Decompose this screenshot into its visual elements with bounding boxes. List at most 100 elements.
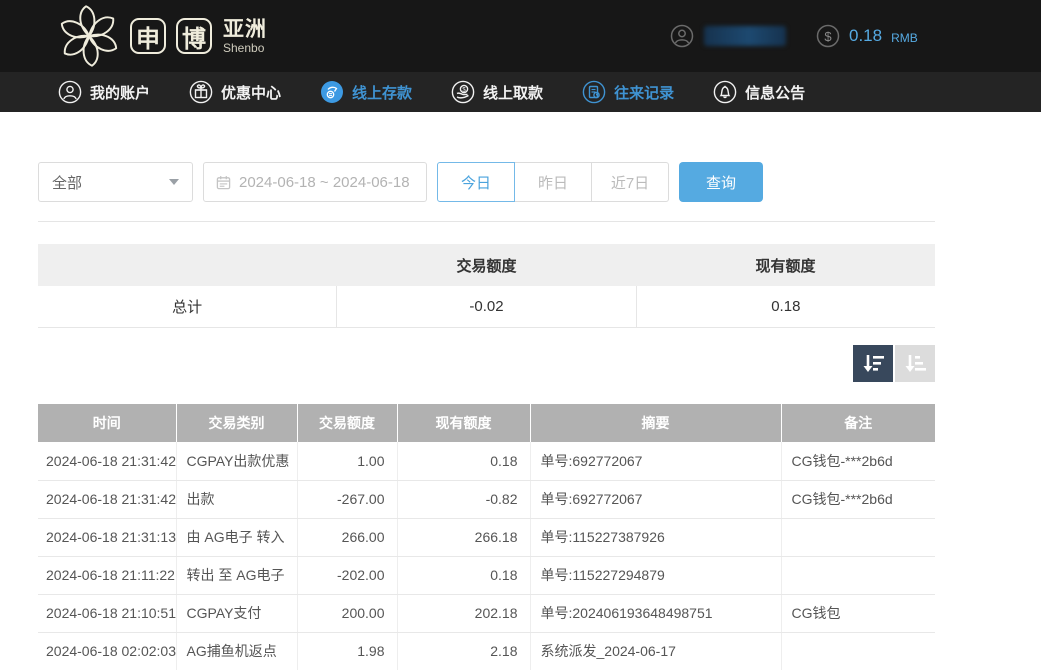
main-nav: 我的账户 优惠中心 线上存款 $ 线上取款 往来记录 信息公告 — [0, 72, 1041, 112]
calendar-icon — [216, 175, 231, 190]
table-cell — [781, 556, 935, 594]
logo-subtitle: Shenbo — [223, 42, 267, 54]
table-header-cell: 现有额度 — [397, 404, 530, 442]
date-range-input[interactable]: 2024-06-18 ~ 2024-06-18 — [203, 162, 427, 202]
user-account-area[interactable] — [670, 0, 786, 72]
table-header-row: 时间交易类别交易额度现有额度摘要备注 — [38, 404, 935, 442]
user-avatar-icon — [670, 24, 694, 48]
logo-char-shen: 申 — [130, 18, 166, 54]
logo: 申 博 亚洲 Shenbo — [58, 5, 267, 67]
summary-table: 交易额度现有额度 总计-0.020.18 — [38, 244, 935, 328]
nav-item-withdraw[interactable]: $ 线上取款 — [451, 80, 543, 104]
range-button-0[interactable]: 今日 — [437, 162, 515, 202]
bell-icon — [713, 80, 737, 104]
table-header-cell: 时间 — [38, 404, 176, 442]
deposit-icon — [320, 80, 344, 104]
table-cell: 0.18 — [397, 556, 530, 594]
table-cell: 1.98 — [297, 632, 397, 670]
table-row: 2024-06-18 02:02:03AG捕鱼机返点1.982.18系统派发_2… — [38, 632, 935, 670]
table-cell: 转出 至 AG电子 — [176, 556, 297, 594]
table-cell: 2024-06-18 21:10:51 — [38, 594, 176, 632]
nav-item-label: 信息公告 — [745, 82, 805, 103]
flower-logo-icon — [58, 5, 120, 67]
range-button-1[interactable]: 昨日 — [514, 162, 592, 202]
table-cell: 2024-06-18 21:31:13 — [38, 518, 176, 556]
section-divider — [38, 221, 935, 222]
type-select-value: 全部 — [52, 172, 82, 193]
table-cell: -202.00 — [297, 556, 397, 594]
table-cell — [781, 632, 935, 670]
table-cell: -0.82 — [397, 480, 530, 518]
sort-ascending-icon — [903, 353, 927, 375]
summary-value-cell: 0.18 — [636, 286, 935, 327]
table-cell: 200.00 — [297, 594, 397, 632]
table-row: 2024-06-18 21:10:51CGPAY支付200.00202.18单号… — [38, 594, 935, 632]
nav-item-label: 线上取款 — [483, 82, 543, 103]
nav-item-label: 优惠中心 — [221, 82, 281, 103]
type-select[interactable]: 全部 — [38, 162, 193, 202]
page-content: 全部 2024-06-18 ~ 2024-06-18 今日昨日近7日 查询 交易… — [0, 162, 973, 670]
table-cell: 2024-06-18 21:31:42 — [38, 442, 176, 480]
table-header-cell: 摘要 — [530, 404, 781, 442]
sort-descending-icon — [861, 353, 885, 375]
table-cell: 单号:115227294879 — [530, 556, 781, 594]
table-header-cell: 交易类别 — [176, 404, 297, 442]
table-cell: 266.00 — [297, 518, 397, 556]
records-icon — [582, 80, 606, 104]
summary-header-row: 交易额度现有额度 — [38, 244, 935, 286]
nav-item-records[interactable]: 往来记录 — [582, 80, 674, 104]
table-cell: CG钱包-***2b6d — [781, 480, 935, 518]
sort-ascending-button[interactable] — [895, 345, 935, 382]
summary-header-cell: 现有额度 — [636, 244, 935, 286]
table-cell: 单号:115227387926 — [530, 518, 781, 556]
user-icon — [58, 80, 82, 104]
table-cell — [781, 518, 935, 556]
table-header-cell: 备注 — [781, 404, 935, 442]
table-cell: 266.18 — [397, 518, 530, 556]
nav-item-user[interactable]: 我的账户 — [58, 80, 150, 104]
nav-item-label: 往来记录 — [614, 82, 674, 103]
table-cell: 1.00 — [297, 442, 397, 480]
range-button-2[interactable]: 近7日 — [591, 162, 669, 202]
nav-item-gift[interactable]: 优惠中心 — [189, 80, 281, 104]
summary-header-cell — [38, 244, 337, 286]
nav-item-label: 线上存款 — [352, 82, 412, 103]
table-cell: CG钱包 — [781, 594, 935, 632]
nav-item-deposit[interactable]: 线上存款 — [320, 80, 412, 104]
table-cell: 由 AG电子 转入 — [176, 518, 297, 556]
dollar-coin-icon: $ — [816, 24, 840, 48]
table-cell: 2024-06-18 21:31:42 — [38, 480, 176, 518]
svg-text:$: $ — [824, 29, 832, 44]
balance-area[interactable]: $ 0.18 RMB — [816, 0, 918, 72]
withdraw-icon: $ — [451, 80, 475, 104]
table-cell: CGPAY出款优惠 — [176, 442, 297, 480]
summary-header-cell: 交易额度 — [337, 244, 636, 286]
table-cell: 202.18 — [397, 594, 530, 632]
table-cell: -267.00 — [297, 480, 397, 518]
table-row: 2024-06-18 21:31:42出款-267.00-0.82单号:6927… — [38, 480, 935, 518]
table-header-cell: 交易额度 — [297, 404, 397, 442]
nav-item-bell[interactable]: 信息公告 — [713, 80, 805, 104]
summary-value-cell: -0.02 — [336, 286, 635, 327]
sort-descending-button[interactable] — [853, 345, 893, 382]
gift-icon — [189, 80, 213, 104]
chevron-down-icon — [169, 179, 179, 185]
username-redacted — [704, 26, 786, 46]
date-quick-buttons: 今日昨日近7日 — [437, 162, 669, 202]
table-cell: CGPAY支付 — [176, 594, 297, 632]
table-cell: 2024-06-18 21:11:22 — [38, 556, 176, 594]
date-range-value: 2024-06-18 ~ 2024-06-18 — [239, 174, 410, 191]
logo-char-bo: 博 — [176, 18, 212, 54]
balance-currency: RMB — [891, 28, 918, 45]
table-cell: 单号:692772067 — [530, 442, 781, 480]
logo-region: 亚洲 — [223, 19, 267, 40]
table-row: 2024-06-18 21:11:22转出 至 AG电子-202.000.18单… — [38, 556, 935, 594]
table-cell: 系统派发_2024-06-17 — [530, 632, 781, 670]
query-button[interactable]: 查询 — [679, 162, 763, 202]
transactions-table: 时间交易类别交易额度现有额度摘要备注 2024-06-18 21:31:42CG… — [38, 404, 935, 670]
summary-total-row: 总计-0.020.18 — [38, 286, 935, 328]
sort-toolbar — [38, 345, 935, 382]
table-cell: CG钱包-***2b6d — [781, 442, 935, 480]
table-cell: 出款 — [176, 480, 297, 518]
table-cell: 2.18 — [397, 632, 530, 670]
